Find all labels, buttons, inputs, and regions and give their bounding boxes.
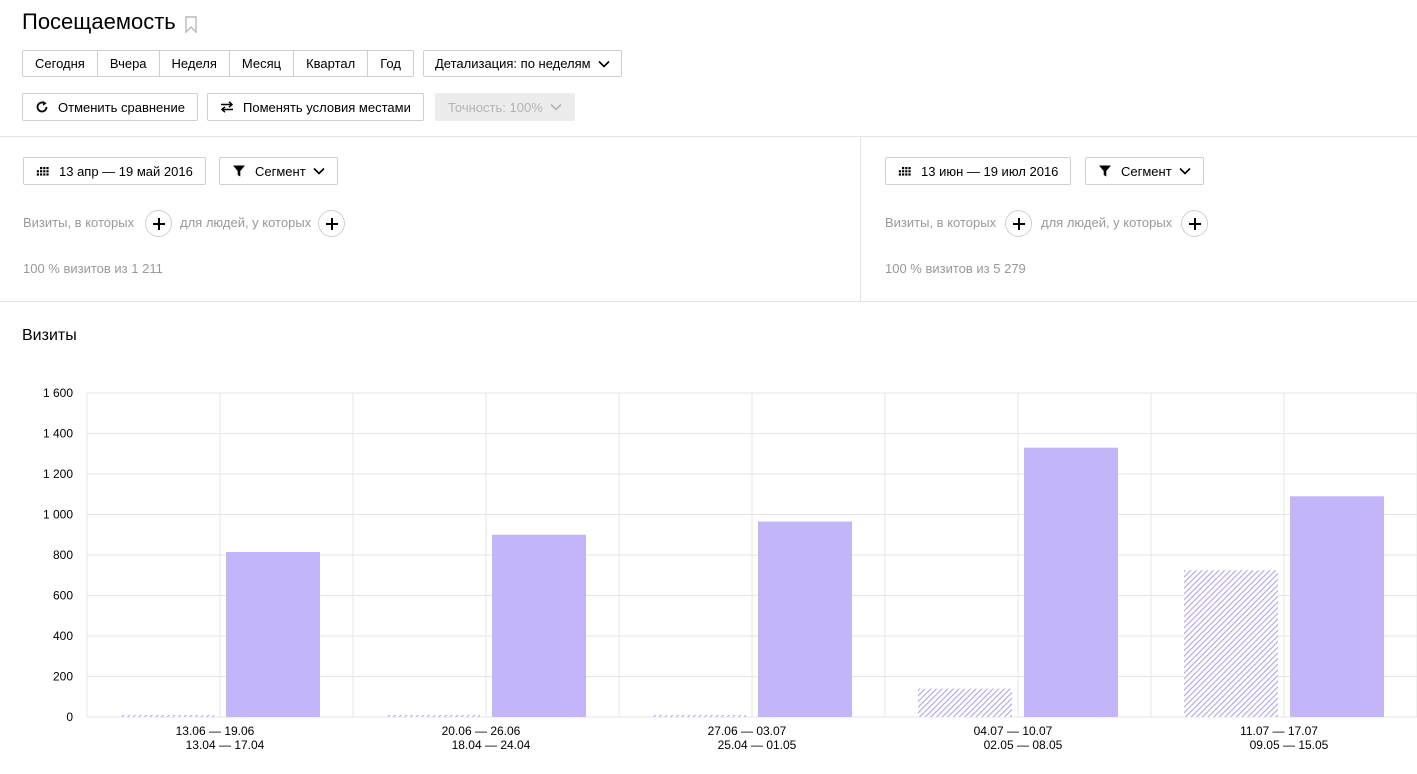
divider xyxy=(860,136,861,301)
visits-condition-label: Визиты, в которых xyxy=(885,215,997,230)
x-tick-label: 13.06 — 19.06 xyxy=(176,724,255,738)
segment-summary: 100 % визитов из 5 279 xyxy=(885,261,1026,276)
segment-summary: 100 % визитов из 1 211 xyxy=(23,261,163,276)
y-tick-label: 600 xyxy=(53,589,73,603)
x-tick-label: 04.07 — 10.07 xyxy=(974,724,1053,738)
y-tick-label: 1 600 xyxy=(43,386,73,400)
calendar-icon xyxy=(898,167,911,176)
x-tick-label: 27.06 — 03.07 xyxy=(708,724,787,738)
bar-comparison-period xyxy=(918,688,1012,717)
x-tick-label: 09.05 — 15.05 xyxy=(1250,738,1329,752)
date-range-left-button[interactable]: 13 апр — 19 май 2016 xyxy=(23,157,206,185)
swap-conditions-button[interactable]: Поменять условия местами xyxy=(207,93,424,121)
chart-title: Визиты xyxy=(22,327,77,344)
page-title: Посещаемость xyxy=(22,9,176,34)
accuracy-dropdown[interactable]: Точность: 100% xyxy=(435,93,575,121)
detail-dropdown-label: Детализация: по неделям xyxy=(435,56,591,71)
chevron-down-icon xyxy=(550,103,562,111)
cancel-compare-button[interactable]: Отменить сравнение xyxy=(22,93,198,121)
add-visit-condition-button[interactable] xyxy=(145,210,172,237)
segment-right-dropdown[interactable]: Сегмент xyxy=(1085,157,1204,185)
date-range-right-label: 13 июн — 19 июл 2016 xyxy=(921,163,1059,179)
add-people-condition-button[interactable] xyxy=(1181,210,1208,237)
y-tick-label: 1 200 xyxy=(43,467,73,481)
divider xyxy=(0,301,1417,302)
bar-main-period xyxy=(492,534,586,717)
x-tick-label: 02.05 — 08.05 xyxy=(984,738,1063,752)
bar-comparison-period xyxy=(386,714,480,717)
x-tick-label: 11.07 — 17.07 xyxy=(1240,724,1318,738)
add-visit-condition-button[interactable] xyxy=(1005,210,1032,237)
cancel-compare-label: Отменить сравнение xyxy=(58,99,185,115)
segment-right-label: Сегмент xyxy=(1121,163,1172,179)
bar-main-period xyxy=(758,521,852,717)
accuracy-label: Точность: 100% xyxy=(448,99,543,115)
bookmark-icon[interactable] xyxy=(185,16,197,33)
x-tick-label: 25.04 — 01.05 xyxy=(718,738,797,752)
refresh-icon xyxy=(36,100,48,113)
chevron-down-icon xyxy=(313,167,325,175)
visits-bar-chart: 0 200 400 600 800 1 000 1 200 1 400 1 600 13.06 —… xyxy=(43,386,1417,752)
bar-main-period xyxy=(226,551,320,717)
y-tick-label: 1 000 xyxy=(43,508,73,522)
period-selector: Сегодня Вчера Неделя Месяц Квартал Год xyxy=(22,50,414,77)
y-tick-label: 1 400 xyxy=(43,427,73,441)
detail-dropdown[interactable]: Детализация: по неделям xyxy=(423,50,622,77)
y-tick-label: 200 xyxy=(53,670,73,684)
swap-arrows-icon xyxy=(220,101,234,113)
visits-condition-label: Визиты, в которых xyxy=(23,215,135,230)
filter-icon xyxy=(233,165,245,177)
add-people-condition-button[interactable] xyxy=(318,210,345,237)
bar-comparison-period xyxy=(652,714,746,717)
y-tick-label: 400 xyxy=(53,629,73,643)
x-tick-label: 20.06 — 26.06 xyxy=(442,724,521,738)
period-week-button[interactable]: Неделя xyxy=(160,51,230,76)
calendar-icon xyxy=(36,167,49,176)
segment-left-label: Сегмент xyxy=(255,163,306,179)
x-tick-label: 13.04 — 17.04 xyxy=(186,738,265,752)
period-today-button[interactable]: Сегодня xyxy=(23,51,98,76)
bar-comparison-period xyxy=(120,714,214,717)
period-month-button[interactable]: Месяц xyxy=(230,51,295,76)
chevron-down-icon xyxy=(598,60,610,68)
x-tick-label: 18.04 — 24.04 xyxy=(452,738,531,752)
people-condition-label: для людей, у которых xyxy=(180,215,312,230)
date-range-left-label: 13 апр — 19 май 2016 xyxy=(59,163,193,179)
bar-comparison-period xyxy=(1184,570,1278,717)
filter-icon xyxy=(1099,165,1111,177)
segment-left-dropdown[interactable]: Сегмент xyxy=(219,157,338,185)
swap-conditions-label: Поменять условия местами xyxy=(243,99,411,115)
people-condition-label: для людей, у которых xyxy=(1041,215,1173,230)
chevron-down-icon xyxy=(1179,167,1191,175)
bar-main-period xyxy=(1290,496,1384,717)
bar-main-period xyxy=(1024,447,1118,717)
y-tick-label: 800 xyxy=(53,548,73,562)
y-tick-label: 0 xyxy=(66,710,73,724)
period-year-button[interactable]: Год xyxy=(368,51,413,76)
date-range-right-button[interactable]: 13 июн — 19 июл 2016 xyxy=(885,157,1072,185)
divider xyxy=(0,136,1417,137)
period-yesterday-button[interactable]: Вчера xyxy=(98,51,160,76)
title-row: Посещаемость xyxy=(22,7,197,37)
period-quarter-button[interactable]: Квартал xyxy=(294,51,369,76)
